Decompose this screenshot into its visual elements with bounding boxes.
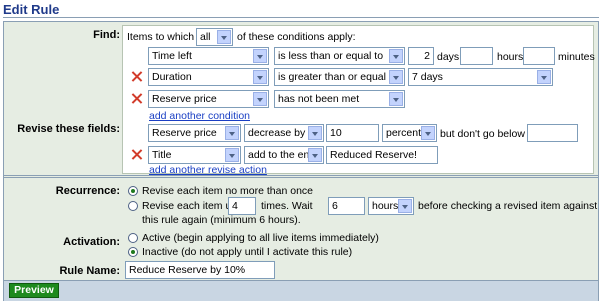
chevron-down-icon <box>225 126 239 140</box>
condition-1-operator-select[interactable]: is less than or equal to <box>274 47 405 65</box>
revise-2-operator-value: add to the end <box>248 149 316 161</box>
wait-value-input[interactable]: 6 <box>328 197 365 215</box>
activation-inactive-label: Inactive (do not apply until I activate … <box>142 246 353 258</box>
activation-inactive-radio[interactable] <box>128 247 138 257</box>
chevron-down-icon <box>389 49 403 63</box>
conditions-section: Find: Revise these fields: Items to whic… <box>4 22 598 176</box>
condition-1-field-value: Time left <box>152 50 192 62</box>
revise-1-unit-value: percent <box>386 127 422 139</box>
preview-button[interactable]: Preview <box>9 283 59 298</box>
remove-revise-2-icon[interactable] <box>131 149 142 160</box>
wait-unit-value: hours <box>372 200 399 212</box>
days-label: days <box>437 51 460 63</box>
chevron-down-icon <box>253 92 267 106</box>
revise-1-field-select[interactable]: Reserve price <box>148 124 241 142</box>
find-label: Find: <box>93 29 120 41</box>
add-condition-link[interactable]: add another condition <box>149 110 250 122</box>
rule-name-input[interactable]: Reduce Reserve by 10% <box>125 261 275 279</box>
chevron-down-icon <box>308 148 322 162</box>
options-section: Recurrence: Activation: Rule Name: Revis… <box>4 177 598 279</box>
revise-1-operator-select[interactable]: decrease by <box>244 124 324 142</box>
recurrence-repeat-radio[interactable] <box>128 201 138 211</box>
find-outro-text: of these conditions apply: <box>237 31 356 43</box>
revise-2-value-input[interactable]: Reduced Reserve! <box>326 146 438 164</box>
chevron-down-icon <box>421 126 435 140</box>
recurrence-once-label: Revise each item no more than once <box>142 185 314 197</box>
remove-condition-2-icon[interactable] <box>131 71 142 82</box>
recurrence-label: Recurrence: <box>55 185 120 197</box>
recurrence-repeat-line2: this rule again (minimum 6 hours). <box>142 214 301 226</box>
condition-2-value-select[interactable]: 7 days <box>408 68 553 86</box>
chevron-down-icon <box>389 70 403 84</box>
revise-2-field-select[interactable]: Title <box>148 146 241 164</box>
chevron-down-icon <box>225 148 239 162</box>
limit-text: but don't go below $ <box>440 128 534 140</box>
condition-3-field-value: Reserve price <box>152 93 217 105</box>
hours-label: hours <box>497 51 524 63</box>
revise-1-operator-value: decrease by <box>248 127 306 139</box>
conditions-box: Items to which all of these conditions a… <box>122 25 595 176</box>
revise-1-limit-input[interactable] <box>527 124 578 142</box>
condition-2-field-value: Duration <box>152 71 192 83</box>
condition-3-field-select[interactable]: Reserve price <box>148 90 269 108</box>
condition-3-operator-value: has not been met <box>278 93 360 105</box>
condition-2-value: 7 days <box>412 71 443 83</box>
find-intro-text: Items to which <box>127 31 195 43</box>
condition-1-hours-input[interactable] <box>460 47 493 65</box>
condition-1-field-select[interactable]: Time left <box>148 47 269 65</box>
activation-active-label: Active (begin applying to all live items… <box>142 232 379 244</box>
edit-rule-panel: Find: Revise these fields: Items to whic… <box>3 21 599 301</box>
activation-active-radio[interactable] <box>128 233 138 243</box>
revise-1-unit-select[interactable]: percent <box>382 124 437 142</box>
chevron-down-icon <box>398 199 412 213</box>
revise-1-amount-input[interactable]: 10 <box>326 124 379 142</box>
match-mode-select[interactable]: all <box>196 28 233 46</box>
chevron-down-icon <box>253 49 267 63</box>
revise-label: Revise these fields: <box>17 123 120 135</box>
revise-2-operator-select[interactable]: add to the end <box>244 146 324 164</box>
chevron-down-icon <box>389 92 403 106</box>
title-divider <box>3 17 599 18</box>
section-divider <box>4 175 598 176</box>
wait-unit-select[interactable]: hours <box>368 197 414 215</box>
chevron-down-icon <box>537 70 551 84</box>
condition-2-field-select[interactable]: Duration <box>148 68 269 86</box>
condition-3-operator-select[interactable]: has not been met <box>274 90 405 108</box>
condition-2-operator-select[interactable]: is greater than or equal to <box>274 68 405 86</box>
minutes-label: minutes <box>558 51 595 63</box>
rule-name-label: Rule Name: <box>59 265 120 277</box>
recurrence-repeat-suffix: before checking a revised item against <box>418 200 598 212</box>
chevron-down-icon <box>253 70 267 84</box>
condition-1-operator-value: is less than or equal to <box>278 50 384 62</box>
revise-2-field-value: Title <box>152 149 172 161</box>
activation-label: Activation: <box>63 236 120 248</box>
chevron-down-icon <box>308 126 322 140</box>
footer-bar: Preview <box>4 280 598 301</box>
chevron-down-icon <box>217 30 231 44</box>
match-mode-value: all <box>200 31 211 43</box>
remove-condition-3-icon[interactable] <box>131 93 142 104</box>
repeat-count-input[interactable]: 4 <box>228 197 256 215</box>
times-wait-text: times. Wait <box>261 200 313 212</box>
page-title: Edit Rule <box>3 2 60 17</box>
revise-1-field-value: Reserve price <box>152 127 217 139</box>
recurrence-once-radio[interactable] <box>128 186 138 196</box>
condition-1-minutes-input[interactable] <box>523 47 555 65</box>
condition-1-days-input[interactable]: 2 <box>408 47 434 65</box>
condition-2-operator-value: is greater than or equal to <box>278 71 398 83</box>
